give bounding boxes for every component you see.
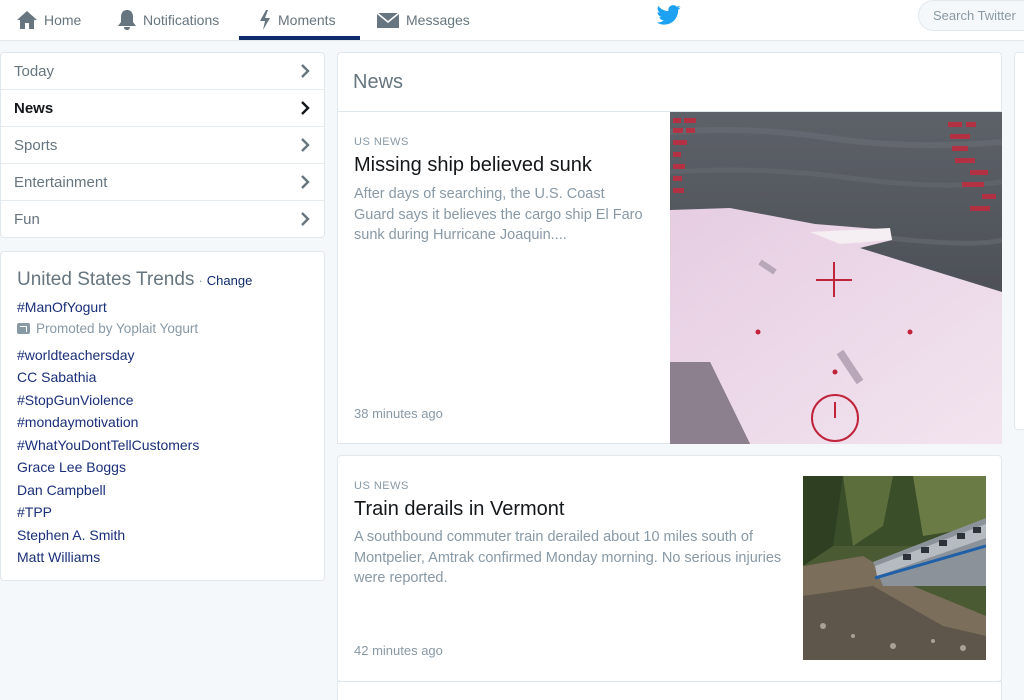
news-card[interactable]: US NEWS Train derails in Vermont A south… [337, 455, 1002, 682]
trend-item[interactable]: #TPP [17, 501, 324, 524]
nav-notifications[interactable]: Notifications [117, 0, 219, 40]
menu-item-today[interactable]: Today [1, 53, 324, 90]
menu-item-sports[interactable]: Sports [1, 127, 324, 164]
trend-item[interactable]: Dan Campbell [17, 479, 324, 502]
news-card[interactable] [337, 681, 1002, 700]
trend-item-promoted[interactable]: #ManOfYogurt [17, 296, 324, 319]
chevron-right-icon [301, 212, 310, 226]
moments-category-menu: Today News Sports Entertainment Fun [0, 52, 325, 238]
nav-moments[interactable]: Moments [258, 0, 336, 40]
trend-item[interactable]: #worldteachersday [17, 344, 324, 367]
menu-item-label: Fun [14, 211, 40, 228]
envelope-icon [376, 12, 400, 28]
menu-item-label: Sports [14, 136, 58, 154]
news-timestamp: 38 minutes ago [354, 406, 443, 421]
home-icon [17, 11, 37, 29]
news-section-title: News [353, 71, 404, 93]
menu-item-news[interactable]: News [1, 90, 324, 127]
menu-item-fun[interactable]: Fun [1, 201, 324, 238]
news-section-header: News [337, 52, 1002, 112]
news-headline[interactable]: Missing ship believed sunk [354, 154, 592, 177]
trend-item[interactable]: Grace Lee Boggs [17, 456, 324, 479]
nav-notifications-label: Notifications [143, 12, 220, 28]
trends-title: United States Trends [17, 269, 195, 290]
promoted-by-text: Promoted by Yoplait Yogurt [36, 320, 199, 336]
trend-item[interactable]: Stephen A. Smith [17, 524, 324, 547]
news-thumbnail[interactable] [670, 112, 1002, 444]
news-category: US NEWS [354, 136, 409, 148]
news-category: US NEWS [354, 480, 409, 492]
search-input[interactable]: Search Twitter [918, 0, 1024, 31]
trends-change-link[interactable]: Change [207, 273, 253, 288]
twitter-bird-icon[interactable] [657, 4, 681, 26]
trends-separator: · [198, 273, 203, 288]
nav-moments-label: Moments [278, 12, 336, 28]
news-description: After days of searching, the U.S. Coast … [354, 186, 643, 243]
bell-icon [118, 10, 136, 30]
trend-item[interactable]: Matt Williams [17, 546, 324, 569]
news-timestamp: 42 minutes ago [354, 643, 443, 658]
menu-item-label: News [14, 99, 54, 117]
menu-item-label: Entertainment [14, 173, 108, 191]
news-card[interactable]: US NEWS Missing ship believed sunk After… [337, 111, 1002, 444]
trend-item[interactable]: #StopGunViolence [17, 389, 324, 412]
top-navigation-bar: Home Notifications Moments Messages Sear… [0, 0, 1024, 41]
nav-home-label: Home [44, 12, 82, 28]
right-panel-edge [1014, 52, 1024, 430]
trend-item[interactable]: CC Sabathia [17, 366, 324, 389]
chevron-right-icon [301, 175, 310, 189]
nav-home[interactable]: Home [16, 0, 81, 40]
news-headline[interactable]: Train derails in Vermont [354, 498, 564, 521]
nav-messages[interactable]: Messages [376, 0, 470, 40]
news-description: A southbound commuter train derailed abo… [354, 529, 782, 586]
chevron-right-icon [301, 138, 310, 152]
menu-item-entertainment[interactable]: Entertainment [1, 164, 324, 201]
lightning-icon [260, 10, 270, 30]
nav-messages-label: Messages [406, 12, 470, 28]
trend-item[interactable]: #WhatYouDontTellCustomers [17, 434, 324, 457]
promoted-icon [17, 323, 30, 334]
promoted-label: Promoted by Yoplait Yogurt [17, 319, 324, 339]
news-thumbnail[interactable] [803, 476, 986, 660]
active-tab-indicator [239, 36, 360, 40]
trends-header: United States Trends · Change [17, 269, 324, 291]
menu-item-label: Today [14, 62, 55, 80]
chevron-right-icon [301, 101, 310, 115]
chevron-right-icon [301, 64, 310, 78]
trend-item[interactable]: #mondaymotivation [17, 411, 324, 434]
trends-panel: United States Trends · Change #ManOfYogu… [0, 251, 325, 581]
